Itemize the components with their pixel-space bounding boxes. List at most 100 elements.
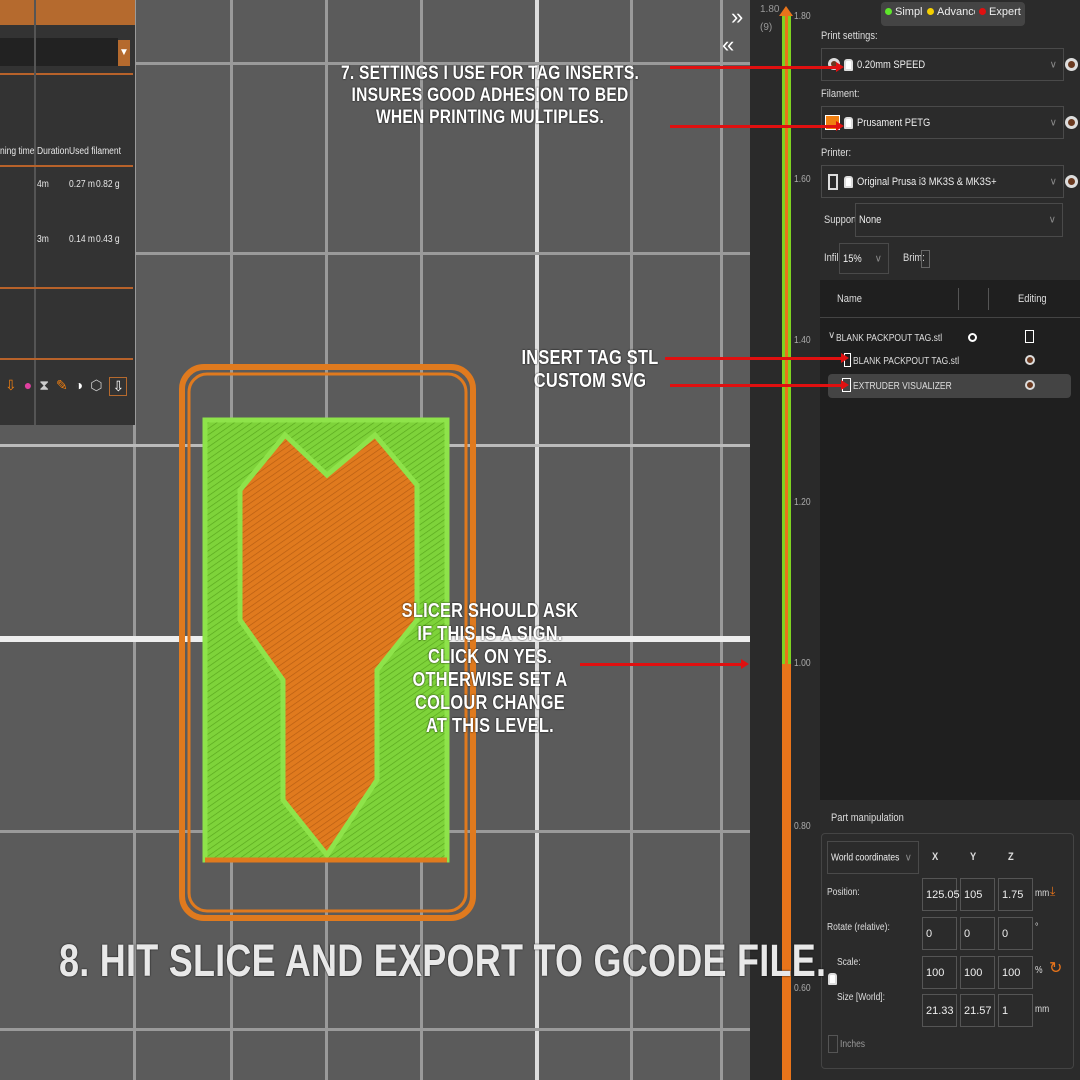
printer-icon bbox=[828, 174, 838, 190]
scale-unit: % bbox=[1035, 965, 1043, 976]
red-arrow-icon bbox=[580, 659, 749, 669]
col-name: Name bbox=[837, 293, 862, 305]
slider-tick: 1.40 bbox=[794, 335, 811, 346]
rotate-x-input[interactable]: 0 bbox=[922, 917, 957, 950]
extruder-selected-icon[interactable]: ⇩ bbox=[109, 377, 128, 396]
collapse-sidebar-icon[interactable]: » bbox=[731, 4, 743, 30]
extruder-icon[interactable]: ⇩ bbox=[5, 377, 17, 396]
rotate-unit: ° bbox=[1035, 922, 1039, 933]
uniform-scale-lock-icon[interactable] bbox=[828, 973, 837, 985]
slider-tick: 1.60 bbox=[794, 174, 811, 185]
part-settings-icon[interactable] bbox=[1025, 355, 1035, 365]
scale-y-input[interactable]: 100 bbox=[960, 956, 995, 989]
annotation-insert-stl: INSERT TAG STL CUSTOM SVG bbox=[521, 347, 659, 392]
row-weight: 0.43 g bbox=[96, 234, 120, 245]
position-label: Position: bbox=[827, 887, 860, 898]
position-y-input[interactable]: 105 bbox=[960, 878, 995, 911]
edit-object-icon[interactable] bbox=[1025, 330, 1034, 343]
mode-expert-button[interactable]: Expert bbox=[975, 2, 1025, 26]
layer-slider[interactable]: 1.80 (9) 1.80 1.60 1.40 1.20 1.00 0.80 0… bbox=[750, 0, 820, 1080]
divider bbox=[34, 0, 36, 425]
row-weight: 0.82 g bbox=[96, 179, 120, 190]
brim-checkbox[interactable] bbox=[921, 250, 930, 268]
grid-line bbox=[720, 0, 723, 1080]
annotation-slicer: SLICER SHOULD ASK IF THIS IS A SIGN. CLI… bbox=[401, 600, 579, 737]
edit-filament-icon[interactable] bbox=[1065, 116, 1078, 129]
row-length: 0.14 m bbox=[69, 234, 95, 245]
printer-combo[interactable]: Original Prusa i3 MK3S & MK3S+ ∨ bbox=[821, 165, 1064, 198]
rotate-z-input[interactable]: 0 bbox=[998, 917, 1033, 950]
settings-indicator-icon[interactable] bbox=[968, 333, 977, 342]
slider-top-value: 1.80 bbox=[760, 4, 780, 15]
red-arrow-icon bbox=[670, 121, 844, 131]
center-icon[interactable]: ◑ bbox=[75, 377, 83, 396]
filament-value: Prusament PETG bbox=[857, 116, 931, 129]
size-label: Size [World]: bbox=[837, 992, 886, 1003]
tool-change-icon[interactable]: ✎ bbox=[56, 377, 68, 396]
grid-line bbox=[630, 0, 633, 1080]
part-settings-icon[interactable] bbox=[1025, 380, 1035, 390]
drop-to-bed-icon[interactable]: ⤓ bbox=[1050, 884, 1055, 899]
chevron-down-icon: ∨ bbox=[874, 253, 882, 264]
grid-line bbox=[0, 1028, 750, 1031]
print-settings-value: 0.20mm SPEED bbox=[857, 58, 926, 71]
coordinates-value: World coordinates bbox=[831, 852, 900, 863]
lock-icon bbox=[844, 176, 853, 188]
red-arrow-icon bbox=[670, 380, 849, 390]
dropdown-arrow-icon[interactable]: ▼ bbox=[118, 40, 130, 66]
size-unit: mm bbox=[1035, 1004, 1050, 1015]
print-settings-combo[interactable]: 0.20mm SPEED ∨ bbox=[821, 48, 1064, 81]
part-name[interactable]: BLANK PACKPOUT TAG.stl bbox=[853, 356, 959, 367]
rotate-y-input[interactable]: 0 bbox=[960, 917, 995, 950]
axis-x-label: X bbox=[932, 851, 939, 863]
inches-label: Inches bbox=[840, 1039, 866, 1050]
position-unit: mm bbox=[1035, 888, 1050, 899]
col-duration: Duration bbox=[37, 146, 70, 157]
sidebar: Simple Advanced Expert Print settings: 0… bbox=[820, 0, 1080, 1080]
color-icon[interactable]: ● bbox=[24, 377, 32, 396]
size-x-input[interactable]: 21.33 bbox=[922, 994, 957, 1027]
edit-preset-icon[interactable] bbox=[1065, 58, 1078, 71]
position-z-input[interactable]: 1.75 bbox=[998, 878, 1033, 911]
coordinates-combo[interactable]: World coordinates ∨ bbox=[827, 841, 919, 874]
scale-z-input[interactable]: 100 bbox=[998, 956, 1033, 989]
slider-lower-track bbox=[782, 664, 791, 1080]
lock-icon bbox=[844, 59, 853, 71]
slider-thumb-top[interactable] bbox=[779, 6, 793, 16]
filament-label: Filament: bbox=[821, 88, 860, 100]
slider-tick: 1.20 bbox=[794, 497, 811, 508]
chevron-down-icon: ∨ bbox=[1048, 214, 1056, 226]
position-x-input[interactable]: 125.05 bbox=[922, 878, 960, 911]
scale-x-input[interactable]: 100 bbox=[922, 956, 957, 989]
inches-checkbox[interactable] bbox=[828, 1035, 838, 1053]
chevron-down-icon: ∨ bbox=[1049, 59, 1057, 70]
view-type-combo[interactable] bbox=[0, 38, 118, 66]
col-editing: Editing bbox=[1018, 293, 1047, 305]
printer-value: Original Prusa i3 MK3S & MK3S+ bbox=[857, 175, 997, 188]
axis-y-label: Y bbox=[970, 851, 977, 863]
red-dot-icon bbox=[979, 8, 986, 15]
print-settings-label: Print settings: bbox=[821, 30, 878, 42]
hourglass-icon[interactable]: ⧗ bbox=[39, 377, 49, 396]
object-list[interactable]: Name Editing ∨ BLANK PACKPOUT TAG.stl BL… bbox=[820, 280, 1080, 800]
filament-combo[interactable]: Prusament PETG ∨ bbox=[821, 106, 1064, 139]
panel-header bbox=[0, 0, 135, 25]
red-arrow-icon bbox=[670, 62, 844, 72]
part-name[interactable]: EXTRUDER VISUALIZER bbox=[853, 381, 952, 392]
row-duration: 3m bbox=[37, 234, 49, 245]
slider-top-layer: (9) bbox=[760, 22, 773, 33]
reset-scale-icon[interactable]: ↻ bbox=[1049, 958, 1062, 978]
green-dot-icon bbox=[885, 8, 892, 15]
size-z-input[interactable]: 1 bbox=[998, 994, 1033, 1027]
expand-sidebar-icon[interactable]: « bbox=[722, 32, 734, 58]
object-name[interactable]: BLANK PACKPOUT TAG.stl bbox=[836, 333, 942, 344]
printer-label: Printer: bbox=[821, 147, 852, 159]
supports-combo[interactable]: None ∨ bbox=[855, 203, 1063, 237]
chevron-down-icon: ∨ bbox=[904, 852, 912, 863]
wipe-tower-icon[interactable]: ⬡ bbox=[90, 377, 102, 396]
expand-chevron-icon[interactable]: ∨ bbox=[828, 330, 835, 341]
col-remaining-time: ning time bbox=[0, 146, 35, 157]
edit-printer-icon[interactable] bbox=[1065, 175, 1078, 188]
infill-combo[interactable]: 15% ∨ bbox=[839, 243, 889, 274]
size-y-input[interactable]: 21.57 bbox=[960, 994, 995, 1027]
